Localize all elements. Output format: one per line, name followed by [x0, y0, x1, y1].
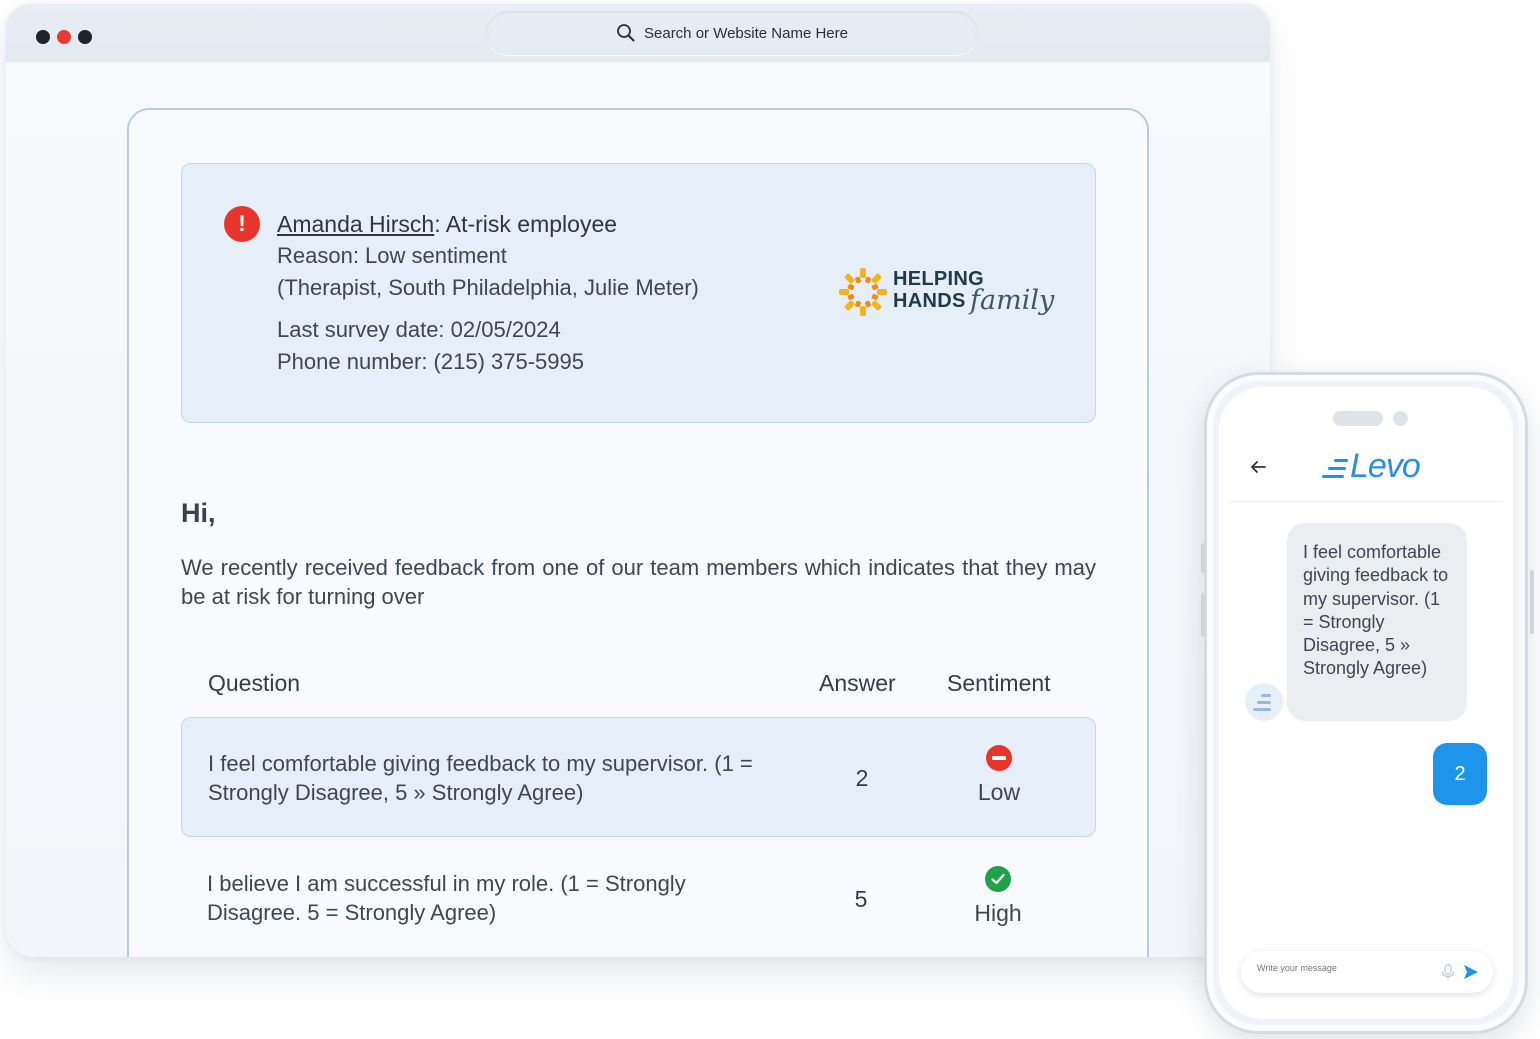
window-control-dot[interactable]: [36, 30, 50, 44]
arrow-left-icon[interactable]: [1249, 457, 1269, 477]
phone-side-button: [1201, 543, 1205, 573]
bot-avatar: [1245, 683, 1283, 721]
exclamation-icon: !: [224, 206, 260, 242]
check-circle-icon: [985, 866, 1011, 892]
phone-camera: [1393, 411, 1408, 426]
phone-mockup: Levo I feel comfortable giving feedback …: [1201, 372, 1534, 1034]
row-sentiment: High: [953, 866, 1043, 927]
header-divider: [1229, 501, 1503, 502]
window-control-dot[interactable]: [78, 30, 92, 44]
alert-last-survey: Last survey date: 02/05/2024: [277, 317, 561, 342]
email-intro: We recently received feedback from one o…: [181, 555, 1096, 609]
levo-lines-icon: [1322, 459, 1348, 478]
row-question: I believe I am successful in my role. (1…: [207, 871, 686, 925]
message-input[interactable]: [1257, 963, 1427, 973]
phone-speaker: [1333, 411, 1383, 426]
table-row: I believe I am successful in my role. (1…: [181, 838, 1096, 957]
browser-titlebar: Search or Website Name Here: [6, 4, 1270, 62]
row-answer: 5: [854, 886, 868, 912]
alert-details: Amanda Hirsch: At-risk employee Reason: …: [277, 208, 699, 378]
outgoing-message-bubble: 2: [1433, 743, 1487, 805]
column-header-answer: Answer: [819, 670, 896, 696]
table-row: I feel comfortable giving feedback to my…: [181, 717, 1096, 837]
search-icon: [617, 24, 635, 42]
logo-script: family: [970, 285, 1055, 316]
row-question: I feel comfortable giving feedback to my…: [208, 751, 753, 805]
send-icon[interactable]: [1463, 964, 1479, 980]
row-sentiment: Low: [954, 745, 1044, 806]
minus-circle-icon: [986, 745, 1012, 771]
address-bar[interactable]: Search or Website Name Here: [486, 11, 978, 55]
levo-wordmark: Levo: [1350, 447, 1421, 485]
phone-side-button: [1530, 570, 1534, 634]
email-card: ! Amanda Hirsch: At-risk employee Reason…: [127, 108, 1149, 957]
phone-side-button: [1201, 593, 1205, 637]
window-close-dot[interactable]: [57, 30, 71, 44]
sentiment-label: Low: [977, 779, 1021, 805]
address-placeholder: Search or Website Name Here: [644, 24, 848, 42]
sunburst-logo-icon: [839, 268, 887, 316]
sentiment-label: High: [974, 900, 1022, 926]
alert-title: Amanda Hirsch: At-risk employee: [277, 208, 699, 240]
row-answer: 2: [855, 765, 869, 791]
alert-reason: Reason: Low sentiment: [277, 243, 507, 268]
alert-phone: Phone number: (215) 375-5995: [277, 349, 584, 374]
levo-lines-icon: [1253, 694, 1271, 711]
alert-title-suffix: : At-risk employee: [434, 211, 618, 237]
message-composer: [1241, 951, 1493, 993]
page-content: ! Amanda Hirsch: At-risk employee Reason…: [6, 62, 1270, 957]
microphone-icon[interactable]: [1441, 964, 1455, 980]
levo-logo: Levo: [1322, 447, 1432, 487]
column-header-sentiment: Sentiment: [947, 670, 1051, 696]
at-risk-alert: ! Amanda Hirsch: At-risk employee Reason…: [181, 163, 1096, 423]
browser-window: Search or Website Name Here ! Amanda Hir…: [6, 4, 1270, 957]
email-greeting: Hi,: [181, 498, 216, 528]
phone-screen: Levo I feel comfortable giving feedback …: [1219, 387, 1513, 1019]
incoming-message-bubble: I feel comfortable giving feedback to my…: [1287, 523, 1467, 721]
employee-name-link[interactable]: Amanda Hirsch: [277, 211, 434, 237]
alert-employee-details: (Therapist, South Philadelphia, Julie Me…: [277, 275, 699, 300]
helping-hands-logo: HELPING HANDS family: [837, 264, 1067, 324]
column-header-question: Question: [208, 670, 301, 696]
